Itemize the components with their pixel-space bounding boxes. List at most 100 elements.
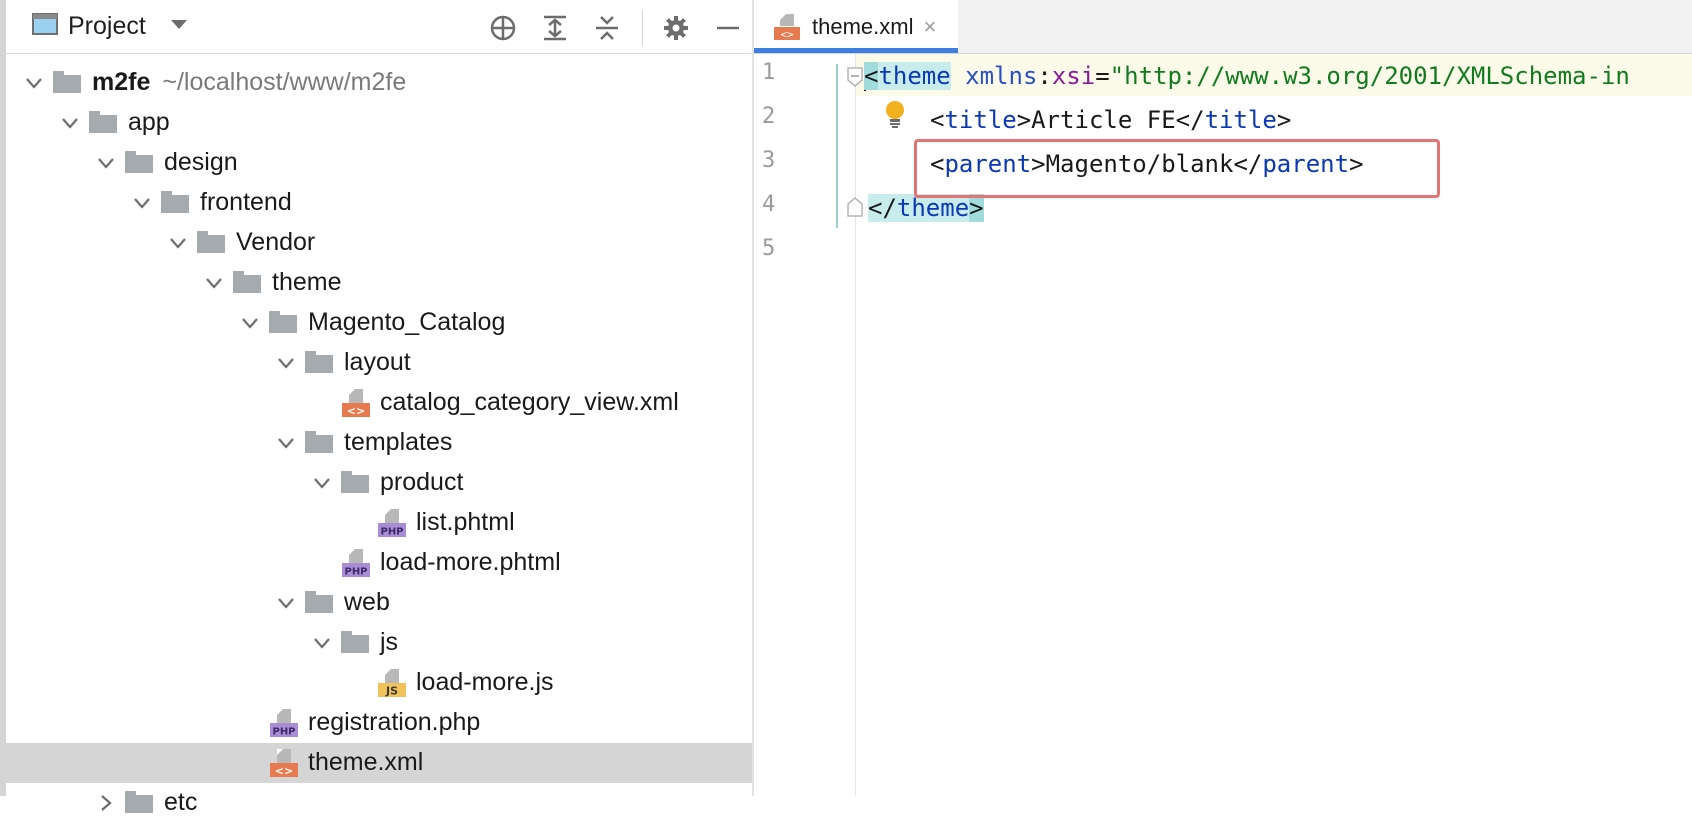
tree-item-label: layout	[344, 348, 411, 376]
tree-folder-row[interactable]: layout	[6, 343, 752, 383]
tree-item-label: web	[344, 588, 390, 616]
folder-icon	[88, 108, 120, 138]
fold-guide	[836, 64, 838, 228]
line-number: 2	[762, 104, 776, 129]
folder-icon	[304, 348, 336, 378]
tree-file-row[interactable]: PHP registration.php	[6, 703, 752, 743]
chevron-down-icon[interactable]	[276, 593, 296, 613]
project-panel-header: Project	[6, 0, 752, 54]
code-token: >	[969, 194, 984, 222]
project-panel: Project m2fe ~/localhost/www/m2fe app de…	[6, 0, 752, 816]
folder-icon	[160, 188, 192, 218]
code-token: theme	[878, 62, 951, 90]
php-file-icon: PHP	[376, 508, 408, 538]
chevron-down-icon[interactable]	[24, 73, 44, 93]
tree-item-label: m2fe ~/localhost/www/m2fe	[92, 68, 406, 97]
svg-text:<>: <>	[275, 765, 293, 778]
tree-file-row[interactable]: PHP list.phtml	[6, 503, 752, 543]
code-token: xmlns	[965, 62, 1038, 90]
panel-title: Project	[68, 12, 146, 40]
editor-tab-bar: <> theme.xml ×	[754, 0, 1692, 54]
xml-file-icon: <>	[340, 388, 372, 418]
code-token: Article FE	[1031, 106, 1176, 134]
toolbar-separator	[642, 10, 643, 46]
tree-folder-row[interactable]: Magento_Catalog	[6, 303, 752, 343]
folder-icon	[124, 148, 156, 178]
code-token: "http://www.w3.org/2001/XMLSchema-in	[1109, 62, 1630, 90]
tab-theme-xml[interactable]: <> theme.xml ×	[754, 0, 958, 53]
tree-item-label: catalog_category_view.xml	[380, 388, 679, 416]
tree-file-row[interactable]: <> theme.xml	[6, 743, 752, 783]
code-token: >	[1016, 106, 1032, 134]
folder-icon	[340, 628, 372, 658]
tree-file-row[interactable]: <> catalog_category_view.xml	[6, 383, 752, 423]
tree-item-label: etc	[164, 788, 198, 816]
chevron-down-icon[interactable]	[276, 433, 296, 453]
code-line-1[interactable]: <theme xmlns:xsi="http://www.w3.org/2001…	[864, 56, 1630, 96]
chevron-down-icon[interactable]	[276, 353, 296, 373]
gutter-border	[855, 54, 856, 796]
tree-folder-row[interactable]: etc	[6, 783, 752, 823]
tab-label: theme.xml	[812, 13, 914, 39]
collapse-all-icon[interactable]	[590, 11, 624, 45]
close-icon[interactable]: ×	[923, 14, 936, 40]
php-file-icon: PHP	[268, 708, 300, 738]
panel-toolbar	[486, 10, 763, 46]
tree-folder-row[interactable]: app	[6, 103, 752, 143]
chevron-down-icon[interactable]	[312, 473, 332, 493]
tree-file-row[interactable]: PHP load-more.phtml	[6, 543, 752, 583]
project-view-selector[interactable]: Project	[32, 12, 188, 41]
tree-item-label: theme.xml	[308, 748, 424, 776]
chevron-down-icon[interactable]	[168, 233, 188, 253]
chevron-down-icon[interactable]	[240, 313, 260, 333]
tree-folder-row[interactable]: js	[6, 623, 752, 663]
code-line-2[interactable]: <title>Article FE</title>	[930, 100, 1291, 140]
chevron-down-icon[interactable]	[132, 193, 152, 213]
chevron-down-icon[interactable]	[96, 153, 116, 173]
tree-folder-row[interactable]: Vendor	[6, 223, 752, 263]
tree-folder-row[interactable]: product	[6, 463, 752, 503]
project-root-name: m2fe	[92, 68, 151, 96]
tree-folder-row[interactable]: web	[6, 583, 752, 623]
tree-item-label: app	[128, 108, 170, 136]
minimize-icon[interactable]	[711, 11, 745, 45]
gear-icon[interactable]	[659, 11, 693, 45]
tree-folder-row[interactable]: frontend	[6, 183, 752, 223]
code-token: =	[1095, 62, 1110, 90]
tree-item-label: load-more.js	[416, 668, 554, 696]
svg-text:<>: <>	[347, 405, 365, 418]
expand-all-icon[interactable]	[538, 11, 572, 45]
svg-text:<>: <>	[780, 28, 794, 41]
code-token: title	[1204, 106, 1277, 134]
tree-file-row[interactable]: JS load-more.js	[6, 663, 752, 703]
tree-folder-row[interactable]: theme	[6, 263, 752, 303]
project-root-path: ~/localhost/www/m2fe	[162, 68, 407, 96]
chevron-down-icon[interactable]	[204, 273, 224, 293]
code-token: xsi	[1051, 62, 1096, 90]
tree-item-label: js	[380, 628, 399, 656]
tree-folder-row[interactable]: m2fe ~/localhost/www/m2fe	[6, 63, 752, 103]
locate-icon[interactable]	[486, 11, 520, 45]
folder-icon	[196, 228, 228, 258]
tree-folder-row[interactable]: design	[6, 143, 752, 183]
chevron-down-icon[interactable]	[312, 633, 332, 653]
line-number: 3	[762, 148, 776, 173]
code-token: theme	[896, 194, 970, 222]
code-token: title	[944, 106, 1017, 134]
lightbulb-icon[interactable]	[883, 100, 907, 135]
chevron-down-icon[interactable]	[60, 113, 80, 133]
fold-end-icon[interactable]	[846, 196, 864, 223]
fold-icon[interactable]	[846, 66, 864, 93]
chevron-down-icon[interactable]	[170, 18, 188, 36]
code-token: </	[1175, 106, 1205, 134]
chevron-right-icon[interactable]	[96, 793, 116, 813]
code-token: >	[1276, 106, 1292, 134]
folder-icon	[304, 588, 336, 618]
folder-icon	[268, 308, 300, 338]
js-file-icon: JS	[376, 668, 408, 698]
line-number: 4	[762, 192, 776, 217]
tree-item-label: theme	[272, 268, 342, 296]
tree-folder-row[interactable]: templates	[6, 423, 752, 463]
php-file-icon: PHP	[340, 548, 372, 578]
tree-item-label: load-more.phtml	[380, 548, 561, 576]
